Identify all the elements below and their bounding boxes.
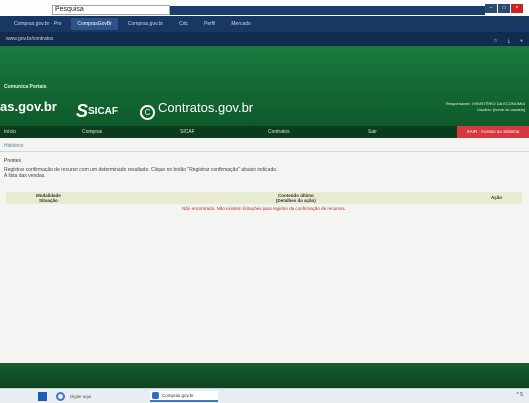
nav-item[interactable]: Compras xyxy=(82,129,102,135)
main-nav: Início Compras SICAF Contratos Sair SAIR… xyxy=(0,126,529,138)
instructions-text: Registrar confirmação de recurso com um … xyxy=(4,167,364,179)
address-bar[interactable]: www.gov.br/contratos ☆ ⤓ ● xyxy=(0,32,529,46)
url-text[interactable]: www.gov.br/contratos xyxy=(6,36,53,42)
column-header-acao: Ação xyxy=(490,195,502,200)
close-icon[interactable]: × xyxy=(511,4,523,13)
instructions-line: A lista das vendas. xyxy=(4,173,46,179)
nav-item[interactable]: Sair xyxy=(368,129,377,135)
nav-item[interactable]: SICAF xyxy=(180,129,195,135)
section-title: Prestes xyxy=(4,158,21,164)
os-taskbar: Digite aqui Compras.gov.br ^ 5 xyxy=(0,388,529,403)
sicaf-logo[interactable]: SSICAF xyxy=(76,101,118,122)
gov-footer xyxy=(0,363,529,388)
divider xyxy=(0,151,529,152)
gov-header: Comunica Portais as.gov.br SSICAF C Contr… xyxy=(0,46,529,126)
browser-tab[interactable]: Perfil xyxy=(198,18,221,30)
contratos-mark-icon: C xyxy=(140,105,155,120)
browser-tab[interactable]: Compras.gov.br xyxy=(122,18,169,30)
title-band xyxy=(170,6,485,15)
govbr-logo[interactable]: as.gov.br xyxy=(0,99,57,114)
column-header-conteudo: Conteúdo último (Detalhes da ação) xyxy=(276,193,316,203)
minimize-icon[interactable]: – xyxy=(485,4,497,13)
nav-item[interactable]: Início xyxy=(4,129,16,135)
empty-table-message: Não encontrado. Não existem licitações p… xyxy=(182,206,346,211)
sicaf-mark-icon: S xyxy=(76,101,89,121)
breadcrumb[interactable]: Histórico xyxy=(4,143,23,149)
browser-tab[interactable]: Mercado xyxy=(225,18,256,30)
search-input[interactable]: Pesquisa xyxy=(52,5,170,15)
account-info: Responsável:: MINISTÉRIO DA ECONOMIA Usu… xyxy=(405,101,525,113)
browser-icon xyxy=(152,392,159,399)
browser-tab-bar: Compras.gov.br · Pro ComprasGovBr Compra… xyxy=(0,16,529,32)
browser-tab-active[interactable]: ComprasGovBr xyxy=(71,18,118,30)
nav-item[interactable]: Contratos xyxy=(268,129,290,135)
contratos-logo[interactable]: C Contratos.gov.br xyxy=(140,100,253,120)
column-header-modalidade: Modalidade Situação xyxy=(36,193,61,203)
account-line: Usuário: [nome do usuário] xyxy=(476,107,525,112)
browser-tab[interactable]: Compras.gov.br · Pro xyxy=(8,18,67,30)
window-controls: – □ × xyxy=(485,4,523,13)
header-section-label: Comunica Portais xyxy=(4,84,47,90)
taskbar-search[interactable]: Digite aqui xyxy=(70,392,134,401)
table-header: Modalidade Situação Conteúdo último (Det… xyxy=(6,192,522,204)
maximize-icon[interactable]: □ xyxy=(498,4,510,13)
windows-start-icon[interactable] xyxy=(38,392,47,401)
browser-tab[interactable]: Cdc xyxy=(173,18,194,30)
search-icon[interactable] xyxy=(56,392,65,401)
system-tray[interactable]: ^ 5 xyxy=(516,392,523,398)
taskbar-app-browser[interactable]: Compras.gov.br xyxy=(150,391,218,402)
logout-alert-button[interactable]: SAIR · Acesso ao Sistema xyxy=(457,126,529,138)
